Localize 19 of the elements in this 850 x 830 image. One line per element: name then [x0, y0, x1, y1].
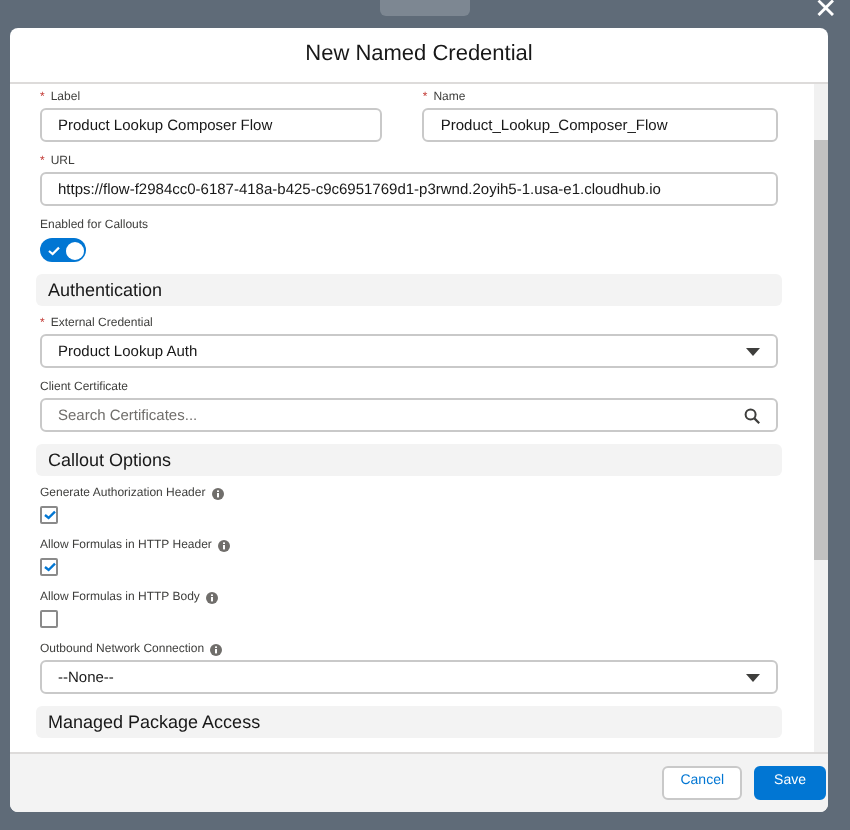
checkbox[interactable]: [40, 558, 58, 576]
caret-icon: [746, 347, 760, 355]
backdrop-search-bar: [380, 0, 470, 16]
info-icon[interactable]: [217, 540, 230, 552]
info-icon[interactable]: [211, 488, 224, 500]
checkbox[interactable]: [40, 506, 58, 524]
search-icon: [744, 407, 760, 423]
section-header: Authentication: [36, 274, 782, 306]
scrollbar[interactable]: [814, 84, 828, 752]
modal-title: New Named Credential: [305, 40, 533, 71]
check-icon: [48, 245, 60, 255]
caret-icon: [746, 673, 760, 681]
info-icon[interactable]: [210, 644, 223, 656]
close-button[interactable]: ✕: [814, 0, 838, 26]
info-icon[interactable]: [205, 592, 218, 604]
toggle-switch[interactable]: [40, 238, 86, 262]
section-header: Callout Options: [36, 444, 782, 476]
section-header: Managed Package Access: [36, 706, 782, 738]
checkbox[interactable]: [40, 610, 58, 628]
